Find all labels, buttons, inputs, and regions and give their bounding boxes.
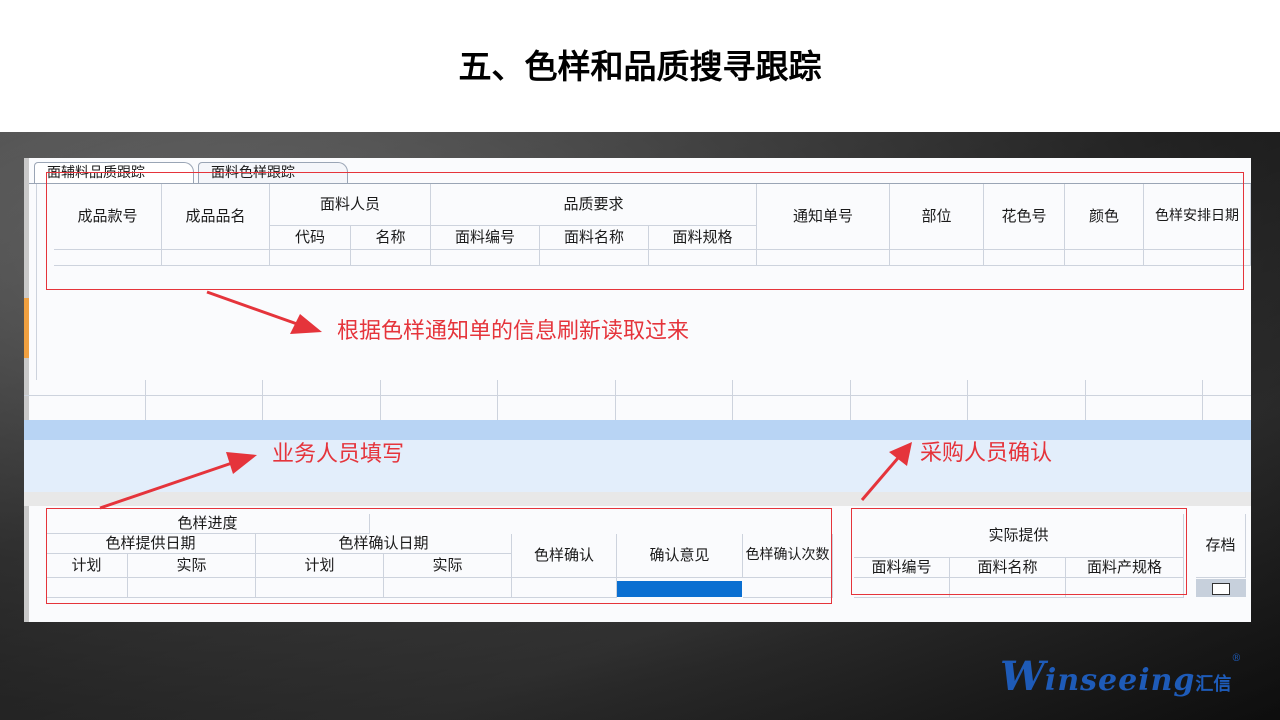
grid-line	[380, 380, 381, 420]
col-archive: 存档	[1196, 514, 1246, 578]
sales-highlight-box	[46, 508, 832, 604]
refresh-note: 根据色样通知单的信息刷新读取过来	[337, 319, 690, 344]
grid-line	[262, 380, 263, 420]
splitter-bar[interactable]	[24, 420, 1251, 440]
left-edge-panel	[24, 158, 29, 622]
logo-reg: ®	[1231, 653, 1242, 664]
archive-checkbox[interactable]	[1212, 583, 1230, 595]
grid-line	[1202, 380, 1203, 420]
slide-title: 五、色样和品质搜寻跟踪	[458, 47, 822, 86]
purchase-note: 采购人员确认	[920, 441, 1053, 466]
logo-w: W	[1000, 653, 1045, 700]
left-edge-marker	[24, 298, 29, 358]
grid-line	[497, 380, 498, 420]
detail-panel-background	[24, 440, 1251, 492]
grid-line	[615, 380, 616, 420]
grid-line	[967, 380, 968, 420]
sales-note: 业务人员填写	[272, 442, 405, 467]
logo-cn: 汇信	[1195, 674, 1232, 695]
grid-line	[1085, 380, 1086, 420]
grid-left-border	[36, 184, 37, 380]
purchase-highlight-box	[851, 508, 1187, 595]
grid-line	[145, 380, 146, 420]
winseeing-logo: Winseeing汇信 ®	[1000, 653, 1242, 700]
grid-line	[732, 380, 733, 420]
upper-highlight-box	[46, 172, 1244, 290]
grid-line	[850, 380, 851, 420]
logo-text: inseeing	[1044, 663, 1196, 698]
grid-line	[24, 395, 1251, 396]
panel-separator	[24, 492, 1251, 506]
